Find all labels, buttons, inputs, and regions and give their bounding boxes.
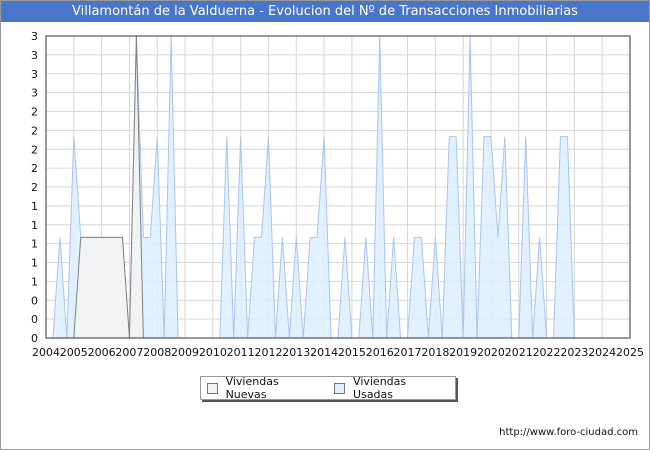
x-tick-label: 2018	[421, 346, 449, 359]
legend-item-usadas: Viviendas Usadas	[334, 375, 445, 401]
y-tick-label: 1	[31, 238, 38, 251]
y-tick-label: 0	[31, 313, 38, 326]
x-tick-label: 2023	[560, 346, 588, 359]
y-tick-label: 1	[31, 257, 38, 270]
y-tick-label: 2	[31, 162, 38, 175]
legend-item-nuevas: Viviendas Nuevas	[207, 375, 318, 401]
source-link[interactable]: http://www.foro-ciudad.com	[499, 427, 638, 438]
x-tick-label: 2005	[60, 346, 88, 359]
legend-swatch-nuevas	[207, 382, 218, 394]
legend-label-usadas: Viviendas Usadas	[353, 375, 407, 401]
x-tick-label: 2007	[115, 346, 143, 359]
y-tick-label: 1	[31, 275, 38, 288]
x-tick-label: 2025	[616, 346, 644, 359]
y-tick-label: 3	[31, 87, 38, 100]
y-tick-label: 1	[31, 219, 38, 232]
chart-legend: Viviendas Nuevas Viviendas Usadas	[200, 375, 456, 401]
x-tick-label: 2020	[477, 346, 505, 359]
x-tick-label: 2021	[505, 346, 533, 359]
x-tick-label: 2024	[588, 346, 616, 359]
y-tick-label: 3	[31, 30, 38, 43]
y-tick-label: 0	[31, 294, 38, 307]
x-tick-label: 2022	[533, 346, 561, 359]
y-tick-label: 2	[31, 106, 38, 119]
y-tick-label: 3	[31, 49, 38, 62]
legend-label-nuevas: Viviendas Nuevas	[225, 375, 279, 401]
y-tick-label: 2	[31, 181, 38, 194]
x-tick-label: 2004	[32, 346, 60, 359]
x-tick-label: 2012	[254, 346, 282, 359]
x-tick-label: 2013	[282, 346, 310, 359]
x-tick-label: 2014	[310, 346, 338, 359]
y-tick-label: 1	[31, 200, 38, 213]
x-tick-label: 2008	[143, 346, 171, 359]
x-tick-label: 2011	[227, 346, 255, 359]
x-tick-label: 2010	[199, 346, 227, 359]
y-tick-label: 2	[31, 124, 38, 137]
x-tick-label: 2009	[171, 346, 199, 359]
legend-swatch-usadas	[334, 382, 346, 394]
y-tick-label: 3	[31, 68, 38, 81]
x-tick-label: 2006	[88, 346, 116, 359]
x-tick-label: 2017	[394, 346, 422, 359]
y-tick-label: 0	[31, 332, 38, 345]
x-tick-label: 2015	[338, 346, 366, 359]
x-tick-label: 2016	[366, 346, 394, 359]
y-tick-label: 2	[31, 143, 38, 156]
x-tick-label: 2019	[449, 346, 477, 359]
